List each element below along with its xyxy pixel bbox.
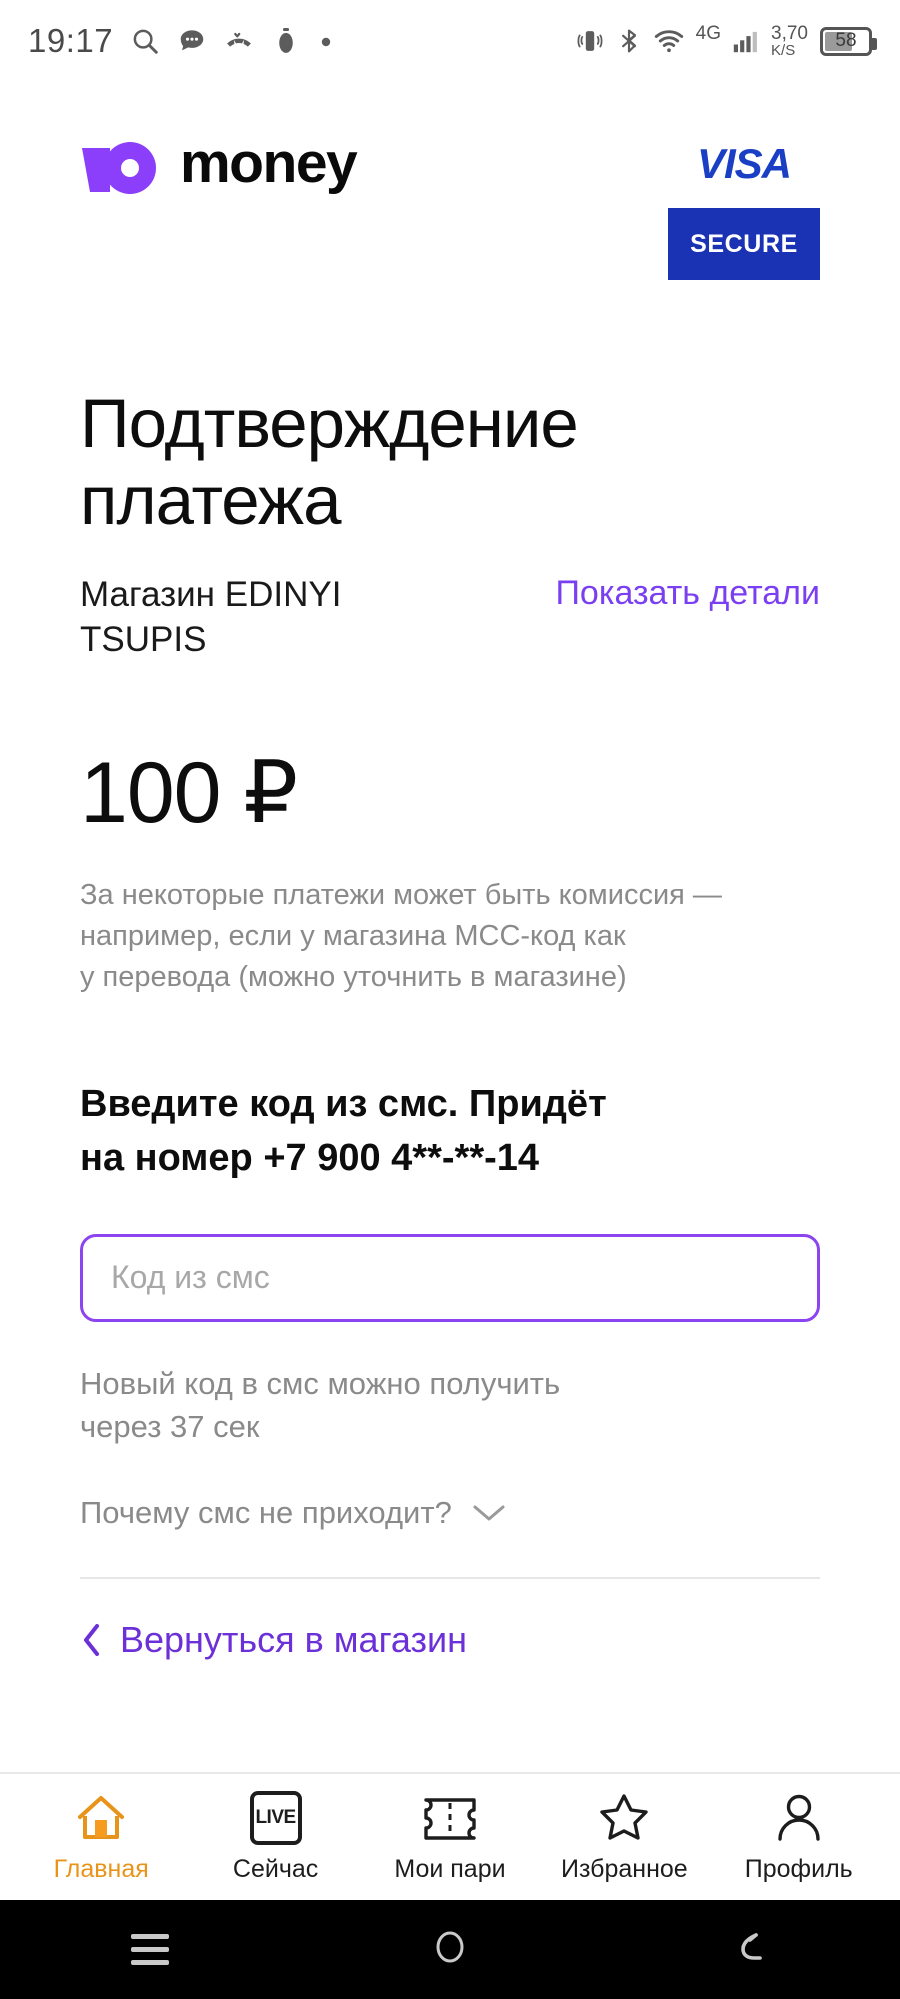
android-system-nav <box>0 1900 900 1999</box>
page-title: Подтверждение платежа <box>80 385 579 540</box>
phone-screen: 19:17 4G 3,70 K/S 58 money VISA SECURE П… <box>0 0 900 1999</box>
battery-icon: 58 <box>820 26 877 56</box>
chevron-down-icon <box>472 1503 506 1523</box>
star-icon <box>597 1791 651 1845</box>
merchant-line-1: Магазин EDINYI <box>80 574 342 614</box>
vibrate-icon <box>576 27 604 55</box>
bluetooth-icon <box>616 28 642 54</box>
payment-amount: 100 ₽ <box>80 744 298 841</box>
commission-note-line-1: За некоторые платежи может быть комиссия… <box>80 878 722 911</box>
nav-item-profile[interactable]: Профиль <box>714 1791 884 1884</box>
person-icon <box>774 1791 824 1845</box>
data-rate-indicator: 3,70 K/S <box>771 24 808 58</box>
brand-row: money VISA SECURE <box>80 82 820 280</box>
search-icon <box>130 26 160 56</box>
sms-heading-line-2: на номер +7 900 4**-**-14 <box>80 1137 540 1179</box>
resend-line-1: Новый код в смс можно получить <box>80 1365 561 1401</box>
visa-secure-label: SECURE <box>690 229 798 258</box>
sms-code-heading: Введите код из смс. Придёт на номер +7 9… <box>80 1078 820 1186</box>
chevron-left-icon <box>80 1623 102 1657</box>
message-icon <box>177 26 207 56</box>
back-arrow-icon <box>730 1927 770 1972</box>
signal-icon <box>731 27 759 55</box>
visa-logo: VISA <box>696 140 792 187</box>
dot-icon <box>318 33 334 49</box>
commission-note-line-2: например, если у магазина MCC-код как <box>80 919 626 952</box>
nav-label-profile: Профиль <box>744 1854 853 1883</box>
home-circle-icon <box>430 1927 470 1972</box>
show-details-link[interactable]: Показать детали <box>555 574 820 613</box>
commission-note-line-3: у перевода (можно уточнить в магазине) <box>80 960 627 993</box>
status-bar-right: 4G 3,70 K/S 58 <box>576 23 877 58</box>
back-to-shop-label: Вернуться в магазин <box>120 1618 468 1660</box>
commission-note: За некоторые платежи может быть комиссия… <box>80 875 820 999</box>
sms-code-field[interactable] <box>80 1233 820 1322</box>
back-button[interactable] <box>690 1900 810 1999</box>
home-icon <box>74 1791 128 1845</box>
recents-icon <box>131 1934 169 1965</box>
sms-faq-question: Почему смс не приходит? <box>80 1494 452 1530</box>
network-type-label: 4G <box>695 23 722 44</box>
sms-code-input[interactable] <box>111 1259 789 1297</box>
yoomoney-logo: money <box>80 130 358 195</box>
yoomoney-wordmark: money <box>180 130 358 195</box>
status-bar-clock: 19:17 <box>28 22 114 59</box>
home-button[interactable] <box>390 1900 510 1999</box>
ticket-icon <box>421 1791 479 1845</box>
nav-item-my-bets[interactable]: Мои пари <box>365 1791 535 1884</box>
merchant-row: Магазин EDINYI TSUPIS Показать детали <box>80 572 820 663</box>
resend-line-2: через 37 сек <box>80 1409 260 1445</box>
back-to-shop-link[interactable]: Вернуться в магазин <box>80 1619 820 1661</box>
missed-call-icon <box>224 26 254 56</box>
nav-label-home: Главная <box>53 1854 149 1883</box>
nav-label-live: Сейчас <box>232 1854 319 1883</box>
yoomoney-yu-icon <box>80 132 158 194</box>
wifi-icon <box>654 26 684 56</box>
section-divider <box>80 1576 820 1579</box>
merchant-line-2: TSUPIS <box>80 620 207 660</box>
resend-timer-text: Новый код в смс можно получить через 37 … <box>80 1362 820 1449</box>
timer-icon <box>271 26 301 56</box>
battery-level-label: 58 <box>835 30 857 51</box>
data-rate-unit: K/S <box>771 42 796 59</box>
nav-label-favorites: Избранное <box>561 1854 688 1883</box>
visa-secure-badge: VISA SECURE <box>668 140 820 280</box>
nav-item-favorites[interactable]: Избранное <box>539 1791 709 1884</box>
data-rate-value: 3,70 <box>771 23 808 44</box>
nav-label-my-bets: Мои пари <box>394 1854 506 1883</box>
nav-item-home[interactable]: Главная <box>16 1791 186 1884</box>
nav-item-live[interactable]: LIVE Сейчас <box>191 1790 361 1884</box>
status-bar-left: 19:17 <box>28 22 334 60</box>
sms-faq-toggle[interactable]: Почему смс не приходит? <box>80 1495 820 1531</box>
merchant-name: Магазин EDINYI TSUPIS <box>80 572 341 663</box>
payment-page: money VISA SECURE Подтверждение платежа … <box>0 82 900 1772</box>
visa-secure-box: SECURE <box>668 208 820 280</box>
recents-button[interactable] <box>90 1900 210 1999</box>
live-badge-text: LIVE <box>255 1806 296 1828</box>
sms-heading-line-1: Введите код из смс. Придёт <box>80 1083 607 1126</box>
app-bottom-nav: Главная LIVE Сейчас Мои пари Избранное П… <box>0 1772 900 1900</box>
live-icon: LIVE <box>249 1790 302 1845</box>
status-bar: 19:17 4G 3,70 K/S 58 <box>0 0 900 82</box>
